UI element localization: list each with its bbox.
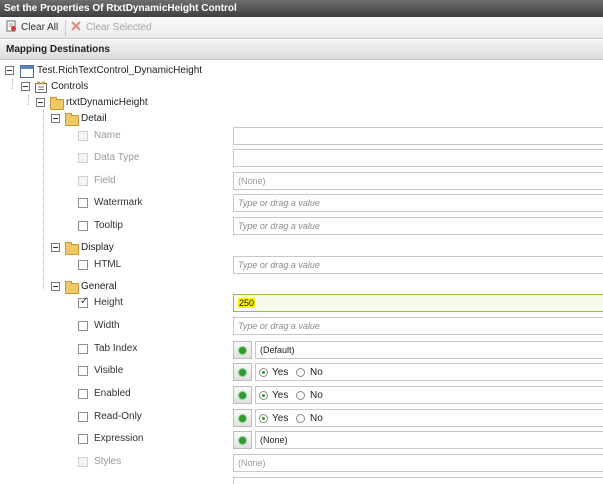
tooltip-checkbox[interactable] [78, 221, 88, 231]
read-only-yes-radio[interactable] [259, 414, 268, 423]
visible-no-radio[interactable] [296, 368, 305, 377]
clear-selected-icon [70, 20, 82, 32]
collapse-root-icon[interactable] [5, 66, 14, 75]
html-input[interactable]: Type or drag a value [233, 256, 603, 274]
tree-general-label[interactable]: General [81, 280, 117, 294]
tree-detail-label[interactable]: Detail [81, 112, 107, 126]
tree-line [12, 79, 13, 89]
watermark-checkbox[interactable] [78, 198, 88, 208]
collapse-controls-icon[interactable] [21, 82, 30, 91]
visible-bind-button[interactable] [233, 363, 252, 381]
enabled-yes-radio[interactable] [259, 391, 268, 400]
expression-bind-button[interactable] [233, 431, 252, 449]
enabled-yes-label: Yes [272, 390, 289, 401]
enabled-bind-button[interactable] [233, 386, 252, 404]
tooltip-input[interactable]: Type or drag a value [233, 217, 603, 235]
dialog-title: Set the Properties Of RtxtDynamicHeight … [0, 0, 603, 17]
width-label: Width [94, 320, 120, 331]
expression-select[interactable]: (None) [255, 431, 603, 449]
visible-options [255, 363, 603, 381]
html-checkbox[interactable] [78, 260, 88, 270]
expression-label: Expression [94, 433, 144, 444]
tree-line [43, 110, 44, 290]
toolbar-separator [65, 20, 66, 36]
watermark-input[interactable]: Type or drag a value [233, 194, 603, 212]
width-input[interactable]: Type or drag a value [233, 317, 603, 335]
read-only-checkbox[interactable] [78, 412, 88, 422]
read-only-options [255, 409, 603, 427]
controls-icon [35, 81, 47, 93]
name-checkbox[interactable] [78, 131, 88, 141]
toolbar: Clear All Clear Selected [0, 17, 603, 39]
html-label: HTML [94, 259, 122, 270]
folder-icon [65, 281, 79, 294]
tree-control-label[interactable]: rtxtDynamicHeight [66, 96, 148, 110]
visible-label: Visible [94, 365, 124, 376]
tab-index-select[interactable]: (Default) [255, 341, 603, 359]
tree-display-label[interactable]: Display [81, 241, 114, 255]
expression-checkbox[interactable] [78, 434, 88, 444]
watermark-label: Watermark [94, 197, 143, 208]
name-label: Name [94, 130, 121, 141]
data-type-label: Data Type [94, 152, 140, 163]
collapse-detail-icon[interactable] [51, 114, 60, 123]
folder-icon [65, 242, 79, 255]
visible-yes-label: Yes [272, 367, 289, 378]
enabled-options [255, 386, 603, 404]
field-checkbox[interactable] [78, 176, 88, 186]
tooltip-label: Tooltip [94, 220, 123, 231]
data-type-field[interactable] [233, 149, 603, 167]
tab-index-checkbox[interactable] [78, 344, 88, 354]
folder-icon [65, 113, 79, 126]
tab-index-label: Tab Index [94, 343, 138, 354]
styles-checkbox[interactable] [78, 457, 88, 467]
section-header: Mapping Destinations [0, 40, 603, 60]
height-value: 250 [238, 298, 256, 308]
data-type-checkbox[interactable] [78, 153, 88, 163]
enabled-no-label: No [310, 390, 323, 401]
height-label: Height [94, 297, 123, 308]
visible-checkbox[interactable] [78, 366, 88, 376]
name-field[interactable] [233, 127, 603, 145]
clear-all-icon [5, 20, 17, 32]
check-icon: ✓ [80, 296, 89, 307]
clear-selected-label: Clear Selected [86, 22, 152, 33]
height-input[interactable]: 250 [233, 294, 603, 312]
field-label: Field [94, 175, 116, 186]
tree-controls-label[interactable]: Controls [51, 80, 88, 94]
enabled-label: Enabled [94, 388, 131, 399]
tab-index-bind-button[interactable] [233, 341, 252, 359]
read-only-bind-button[interactable] [233, 409, 252, 427]
read-only-label: Read-Only [94, 411, 142, 422]
read-only-no-label: No [310, 413, 323, 424]
height-checkbox[interactable]: ✓ [78, 296, 89, 308]
tree-root-label[interactable]: Test.RichTextControl_DynamicHeight [37, 64, 202, 78]
visible-yes-radio[interactable] [259, 368, 268, 377]
clear-all-label: Clear All [21, 22, 59, 33]
read-only-yes-label: Yes [272, 413, 289, 424]
field-value[interactable]: (None) [233, 172, 603, 190]
clear-selected-button[interactable]: Clear Selected [70, 20, 152, 36]
styles-field[interactable]: (None) [233, 454, 603, 472]
width-checkbox[interactable] [78, 321, 88, 331]
enabled-no-radio[interactable] [296, 391, 305, 400]
folder-icon [50, 97, 64, 110]
styles-label: Styles [94, 456, 122, 467]
tree-line [28, 95, 29, 105]
read-only-no-radio[interactable] [296, 414, 305, 423]
visible-no-label: No [310, 367, 323, 378]
form-icon [20, 65, 34, 78]
enabled-checkbox[interactable] [78, 389, 88, 399]
collapse-general-icon[interactable] [51, 282, 60, 291]
next-field[interactable] [233, 477, 603, 484]
collapse-display-icon[interactable] [51, 243, 60, 252]
collapse-control-icon[interactable] [36, 98, 45, 107]
clear-all-button[interactable]: Clear All [5, 20, 58, 36]
